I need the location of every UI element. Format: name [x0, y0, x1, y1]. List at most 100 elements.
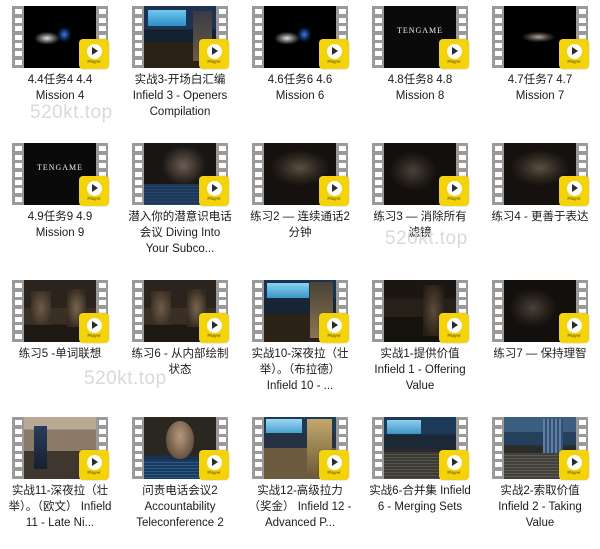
video-grid-item[interactable]: Player 练习4 - 更善于表达	[480, 137, 600, 274]
video-file-name[interactable]: 练习7 — 保持理智	[488, 346, 592, 362]
play-icon[interactable]	[326, 43, 342, 59]
player-overlay-badge[interactable]: Player	[319, 450, 349, 480]
play-icon[interactable]	[206, 454, 222, 470]
video-thumbnail[interactable]: Player	[492, 417, 589, 480]
video-thumbnail[interactable]: Player	[12, 417, 109, 480]
video-grid-item[interactable]: Player 练习7 — 保持理智	[480, 274, 600, 411]
video-file-name[interactable]: 实战12-高级拉力（奖金） Infield 12 - Advanced P...	[248, 483, 352, 531]
play-icon[interactable]	[326, 454, 342, 470]
video-thumbnail[interactable]: Player	[132, 280, 229, 343]
video-file-name[interactable]: 练习3 — 消除所有滤镜	[368, 209, 472, 241]
video-grid-item[interactable]: Player 实战2-索取价值 Infield 2 - Taking Value	[480, 411, 600, 548]
play-icon[interactable]	[566, 317, 582, 333]
play-icon[interactable]	[86, 180, 102, 196]
video-grid-item[interactable]: Player 问责电话会议2 Accountability Teleconfere…	[120, 411, 240, 548]
video-grid-item[interactable]: Player 实战1-提供价值 Infield 1 - Offering Valu…	[360, 274, 480, 411]
video-thumbnail[interactable]: Player	[372, 417, 469, 480]
player-overlay-badge[interactable]: Player	[319, 313, 349, 343]
video-file-name[interactable]: 练习2 — 连续通话2分钟	[248, 209, 352, 241]
video-grid-item[interactable]: Player 实战3-开场白汇编 Infield 3 - Openers Comp…	[120, 0, 240, 137]
player-overlay-badge[interactable]: Player	[559, 176, 589, 206]
video-thumbnail[interactable]: Player	[492, 143, 589, 206]
video-thumbnail[interactable]: Player	[252, 280, 349, 343]
player-overlay-badge[interactable]: Player	[439, 39, 469, 69]
video-file-name[interactable]: 练习4 - 更善于表达	[488, 209, 592, 225]
play-icon[interactable]	[86, 454, 102, 470]
video-thumbnail[interactable]: Player	[132, 417, 229, 480]
play-icon[interactable]	[446, 454, 462, 470]
video-grid-item[interactable]: Player 实战10-深夜拉（壮举）。（布拉德） Infield 10 - ..…	[240, 274, 360, 411]
video-thumbnail[interactable]: Player	[12, 6, 109, 69]
play-icon[interactable]	[86, 43, 102, 59]
video-thumbnail[interactable]: Player	[132, 6, 229, 69]
video-grid-item[interactable]: Player 4.4任务4 4.4 Mission 4	[0, 0, 120, 137]
video-grid-item[interactable]: Player 练习6 - 从内部绘制状态	[120, 274, 240, 411]
video-grid-item[interactable]: Player 实战12-高级拉力（奖金） Infield 12 - Advance…	[240, 411, 360, 548]
player-overlay-badge[interactable]: Player	[199, 176, 229, 206]
video-file-name[interactable]: 实战3-开场白汇编 Infield 3 - Openers Compilatio…	[128, 72, 232, 120]
video-grid-item[interactable]: Player 练习5 -单词联想	[0, 274, 120, 411]
video-thumbnail[interactable]: Player	[12, 143, 109, 206]
video-file-name[interactable]: 4.8任务8 4.8 Mission 8	[368, 72, 472, 104]
video-file-name[interactable]: 潜入你的潜意识电话会议 Diving Into Your Subco...	[128, 209, 232, 257]
video-file-name[interactable]: 实战6-合并集 Infield 6 - Merging Sets	[368, 483, 472, 515]
play-icon[interactable]	[326, 317, 342, 333]
video-file-name[interactable]: 实战1-提供价值 Infield 1 - Offering Value	[368, 346, 472, 394]
video-grid-item[interactable]: Player 练习3 — 消除所有滤镜	[360, 137, 480, 274]
video-file-name[interactable]: 练习5 -单词联想	[8, 346, 112, 362]
video-grid-item[interactable]: Player 实战6-合并集 Infield 6 - Merging Sets	[360, 411, 480, 548]
video-thumbnail[interactable]: Player	[372, 280, 469, 343]
video-thumbnail[interactable]: Player	[372, 143, 469, 206]
video-grid-item[interactable]: Player 4.9任务9 4.9 Mission 9	[0, 137, 120, 274]
player-overlay-badge[interactable]: Player	[439, 313, 469, 343]
video-file-name[interactable]: 实战10-深夜拉（壮举）。（布拉德） Infield 10 - ...	[248, 346, 352, 394]
player-overlay-badge[interactable]: Player	[319, 176, 349, 206]
video-grid-item[interactable]: Player 潜入你的潜意识电话会议 Diving Into Your Subco…	[120, 137, 240, 274]
video-file-name[interactable]: 4.4任务4 4.4 Mission 4	[8, 72, 112, 104]
player-overlay-badge[interactable]: Player	[559, 450, 589, 480]
video-file-name[interactable]: 练习6 - 从内部绘制状态	[128, 346, 232, 378]
video-file-name[interactable]: 4.6任务6 4.6 Mission 6	[248, 72, 352, 104]
video-file-name[interactable]: 实战2-索取价值 Infield 2 - Taking Value	[488, 483, 592, 531]
play-icon[interactable]	[326, 180, 342, 196]
video-grid-item[interactable]: Player 4.8任务8 4.8 Mission 8	[360, 0, 480, 137]
play-icon[interactable]	[446, 43, 462, 59]
video-thumbnail[interactable]: Player	[372, 6, 469, 69]
video-file-name[interactable]: 4.7任务7 4.7 Mission 7	[488, 72, 592, 104]
player-overlay-badge[interactable]: Player	[79, 176, 109, 206]
player-overlay-badge[interactable]: Player	[79, 313, 109, 343]
play-icon[interactable]	[566, 454, 582, 470]
video-thumbnail[interactable]: Player	[492, 280, 589, 343]
play-icon[interactable]	[566, 43, 582, 59]
video-file-name[interactable]: 4.9任务9 4.9 Mission 9	[8, 209, 112, 241]
play-icon[interactable]	[446, 317, 462, 333]
play-icon[interactable]	[206, 180, 222, 196]
play-icon[interactable]	[206, 317, 222, 333]
player-overlay-badge[interactable]: Player	[199, 313, 229, 343]
video-file-name[interactable]: 实战11-深夜拉（壮举）。（欧文） Infield 11 - Late Ni..…	[8, 483, 112, 531]
video-thumbnail[interactable]: Player	[492, 6, 589, 69]
player-overlay-badge[interactable]: Player	[439, 176, 469, 206]
play-icon[interactable]	[446, 180, 462, 196]
video-thumbnail[interactable]: Player	[252, 143, 349, 206]
video-file-name[interactable]: 问责电话会议2 Accountability Teleconference 2	[128, 483, 232, 531]
play-icon[interactable]	[566, 180, 582, 196]
player-overlay-badge[interactable]: Player	[79, 39, 109, 69]
player-overlay-badge[interactable]: Player	[79, 450, 109, 480]
video-thumbnail[interactable]: Player	[252, 6, 349, 69]
player-overlay-badge[interactable]: Player	[439, 450, 469, 480]
video-thumbnail[interactable]: Player	[132, 143, 229, 206]
video-grid-item[interactable]: Player 实战11-深夜拉（壮举）。（欧文） Infield 11 - Lat…	[0, 411, 120, 548]
player-overlay-badge[interactable]: Player	[559, 313, 589, 343]
video-grid-item[interactable]: Player 4.6任务6 4.6 Mission 6	[240, 0, 360, 137]
play-icon[interactable]	[206, 43, 222, 59]
player-overlay-badge[interactable]: Player	[559, 39, 589, 69]
play-icon[interactable]	[86, 317, 102, 333]
video-grid-item[interactable]: Player 4.7任务7 4.7 Mission 7	[480, 0, 600, 137]
video-thumbnail[interactable]: Player	[252, 417, 349, 480]
player-overlay-badge[interactable]: Player	[199, 450, 229, 480]
player-overlay-badge[interactable]: Player	[319, 39, 349, 69]
video-grid-item[interactable]: Player 练习2 — 连续通话2分钟	[240, 137, 360, 274]
video-thumbnail[interactable]: Player	[12, 280, 109, 343]
player-overlay-badge[interactable]: Player	[199, 39, 229, 69]
